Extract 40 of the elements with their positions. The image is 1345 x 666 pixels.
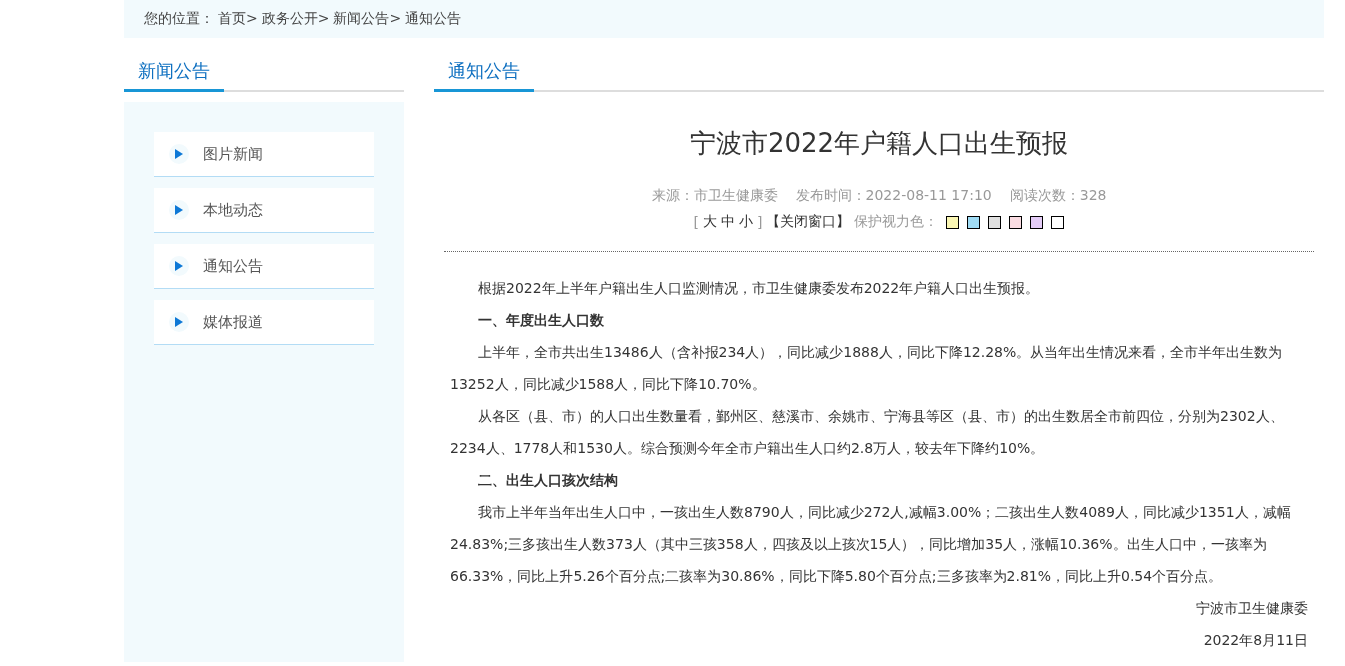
breadcrumb-link[interactable]: 首页>: [218, 10, 258, 28]
sidebar-item[interactable]: 本地动态: [154, 188, 374, 233]
sidebar-item[interactable]: 通知公告: [154, 244, 374, 289]
play-icon: [175, 317, 183, 327]
color-swatch[interactable]: [988, 215, 1002, 229]
bracket-text: [: [693, 214, 699, 230]
paragraph: 从各区（县、市）的人口出生数量看，鄞州区、慈溪市、余姚市、宁海县等区（县、市）的出生数居全市前四位，分别为2302人、2234人、1778人和1530人。综合预测今年全市户籍出生人口约2.8万人，较去年下降约10%。: [450, 407, 1285, 458]
breadcrumb-link[interactable]: 政务公开>: [261, 10, 330, 28]
bracket-text: ]: [757, 214, 763, 230]
color-swatch[interactable]: [946, 215, 960, 229]
section-heading-text: 二、出生人口孩次结构: [477, 471, 619, 490]
font-size-link[interactable]: 大: [703, 213, 717, 231]
play-icon: [175, 205, 183, 215]
color-swatch[interactable]: [1009, 215, 1023, 229]
paragraph: 根据2022年上半年户籍出生人口监测情况，市卫生健康委发布2022年户籍人口出生预报。: [477, 279, 1041, 298]
sidebar-heading: 新闻公告: [124, 59, 224, 92]
article-meta: 来源：市卫生健康委: [651, 187, 778, 205]
breadcrumb-label: 您的位置：: [144, 10, 214, 28]
play-icon: [175, 261, 183, 271]
breadcrumb-link[interactable]: 通知公告: [405, 10, 462, 28]
play-icon: [175, 149, 183, 159]
sidebar-item[interactable]: 图片新闻: [154, 132, 374, 177]
font-size-link[interactable]: 小: [739, 213, 753, 231]
font-size-link[interactable]: 中: [721, 213, 735, 231]
paragraph: 我市上半年当年出生人口中，一孩出生人数8790人，同比减少272人,减幅3.00%；二孩出生人数4089人，同比减少1351人，减幅24.83%;三多孩出生人数373人（其中三孩358人，四孩及以上孩次15人），同比增加35人，涨幅10.36%。出生人口中，一孩率为66.33%，同比上升5.26个百分点;二孩率为30.86%，同比下降5.80个百分点;三多孩率为2.81%，同比上升0.54个百分点。: [450, 503, 1292, 586]
eye-care-label: 保护视力色：: [854, 213, 939, 231]
breadcrumb-link[interactable]: 新闻公告>: [333, 10, 402, 28]
signature-text: 宁波市卫生健康委: [1195, 599, 1308, 618]
article-meta: 发布时间：2022-08-11 17:10: [795, 187, 992, 205]
article-title: 宁波市2022年户籍人口出生预报: [688, 127, 1070, 160]
paragraph: 上半年，全市共出生13486人（含补报234人），同比减少1888人，同比下降12.28%。从当年出生情况来看，全市半年出生数为13252人，同比减少1588人，同比下降10.70%。: [450, 343, 1284, 394]
section-heading: 通知公告: [434, 59, 534, 92]
color-swatch[interactable]: [967, 215, 981, 229]
sidebar-item[interactable]: 媒体报道: [154, 300, 374, 345]
color-swatch[interactable]: [1051, 215, 1065, 229]
color-swatch[interactable]: [1030, 215, 1044, 229]
article-meta: 阅读次数：328: [1009, 187, 1107, 205]
close-window-link[interactable]: 【关闭窗口】: [766, 213, 851, 231]
section-heading-text: 一、年度出生人口数: [477, 311, 605, 330]
signature-text: 2022年8月11日: [1202, 631, 1308, 650]
